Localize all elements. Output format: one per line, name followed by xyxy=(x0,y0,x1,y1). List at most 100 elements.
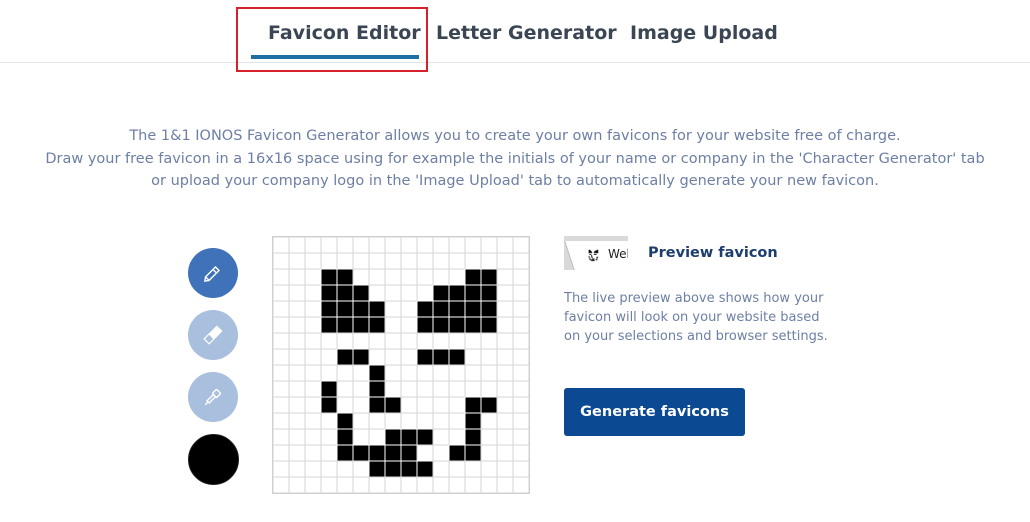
pixel-cell[interactable] xyxy=(496,396,514,414)
pixel-cell[interactable] xyxy=(480,316,498,334)
pixel-cell[interactable] xyxy=(273,412,290,430)
pixel-cell[interactable] xyxy=(320,444,338,462)
pixel-cell[interactable] xyxy=(320,380,338,398)
pixel-cell[interactable] xyxy=(416,237,434,254)
pixel-cell[interactable] xyxy=(432,316,450,334)
pixel-cell[interactable] xyxy=(464,284,482,302)
pixel-cell[interactable] xyxy=(464,237,482,254)
pixel-cell[interactable] xyxy=(480,460,498,478)
pixel-cell[interactable] xyxy=(320,428,338,446)
pixel-cell[interactable] xyxy=(512,284,529,302)
pixel-cell[interactable] xyxy=(273,300,290,318)
pixel-cell[interactable] xyxy=(273,268,290,286)
pixel-cell[interactable] xyxy=(304,300,322,318)
pixel-cell[interactable] xyxy=(480,444,498,462)
pixel-cell[interactable] xyxy=(288,252,306,270)
pixel-cell[interactable] xyxy=(416,380,434,398)
pixel-cell[interactable] xyxy=(400,364,418,382)
pixel-cell[interactable] xyxy=(432,428,450,446)
pixel-cell[interactable] xyxy=(400,444,418,462)
pixel-cell[interactable] xyxy=(304,348,322,366)
pencil-tool-button[interactable] xyxy=(188,248,238,298)
pixel-cell[interactable] xyxy=(464,460,482,478)
pixel-cell[interactable] xyxy=(400,316,418,334)
pixel-cell[interactable] xyxy=(512,460,529,478)
pixel-cell[interactable] xyxy=(448,348,466,366)
pixel-cell[interactable] xyxy=(288,460,306,478)
pixel-cell[interactable] xyxy=(352,476,370,493)
pixel-cell[interactable] xyxy=(448,316,466,334)
pixel-cell[interactable] xyxy=(448,364,466,382)
pixel-cell[interactable] xyxy=(288,237,306,254)
pixel-cell[interactable] xyxy=(384,476,402,493)
pixel-cell[interactable] xyxy=(273,284,290,302)
pixel-cell[interactable] xyxy=(400,412,418,430)
current-color-swatch[interactable] xyxy=(188,434,239,485)
pixel-cell[interactable] xyxy=(320,412,338,430)
pixel-cell[interactable] xyxy=(384,268,402,286)
pixel-cell[interactable] xyxy=(352,300,370,318)
pixel-cell[interactable] xyxy=(416,428,434,446)
pixel-cell[interactable] xyxy=(416,268,434,286)
pixel-cell[interactable] xyxy=(384,332,402,350)
pixel-cell[interactable] xyxy=(320,332,338,350)
pixel-cell[interactable] xyxy=(464,364,482,382)
pixel-cell[interactable] xyxy=(400,348,418,366)
pixel-cell[interactable] xyxy=(320,348,338,366)
pixel-cell[interactable] xyxy=(416,444,434,462)
pixel-cell[interactable] xyxy=(432,332,450,350)
pixel-cell[interactable] xyxy=(304,460,322,478)
pixel-cell[interactable] xyxy=(352,460,370,478)
pixel-cell[interactable] xyxy=(368,284,386,302)
pixel-cell[interactable] xyxy=(512,412,529,430)
pixel-cell[interactable] xyxy=(512,348,529,366)
pixel-cell[interactable] xyxy=(448,396,466,414)
pixel-cell[interactable] xyxy=(336,316,354,334)
pixel-cell[interactable] xyxy=(496,428,514,446)
pixel-cell[interactable] xyxy=(273,332,290,350)
pixel-cell[interactable] xyxy=(384,316,402,334)
pixel-cell[interactable] xyxy=(496,268,514,286)
pixel-cell[interactable] xyxy=(384,444,402,462)
pixel-cell[interactable] xyxy=(512,237,529,254)
pixel-cell[interactable] xyxy=(464,380,482,398)
pixel-cell[interactable] xyxy=(480,428,498,446)
pixel-cell[interactable] xyxy=(304,268,322,286)
pixel-cell[interactable] xyxy=(464,476,482,493)
pixel-cell[interactable] xyxy=(400,460,418,478)
pixel-cell[interactable] xyxy=(273,396,290,414)
pixel-cell[interactable] xyxy=(336,412,354,430)
pixel-cell[interactable] xyxy=(448,428,466,446)
pixel-cell[interactable] xyxy=(400,252,418,270)
pixel-cell[interactable] xyxy=(273,428,290,446)
pixel-cell[interactable] xyxy=(273,237,290,254)
pixel-cell[interactable] xyxy=(304,332,322,350)
pixel-grid-canvas[interactable] xyxy=(272,236,530,494)
pixel-cell[interactable] xyxy=(432,237,450,254)
pixel-cell[interactable] xyxy=(432,364,450,382)
pixel-cell[interactable] xyxy=(432,396,450,414)
pixel-cell[interactable] xyxy=(400,300,418,318)
pixel-cell[interactable] xyxy=(304,444,322,462)
pixel-cell[interactable] xyxy=(464,444,482,462)
pixel-cell[interactable] xyxy=(352,364,370,382)
pixel-cell[interactable] xyxy=(496,364,514,382)
pixel-cell[interactable] xyxy=(448,476,466,493)
pixel-cell[interactable] xyxy=(400,428,418,446)
pixel-cell[interactable] xyxy=(512,444,529,462)
pixel-cell[interactable] xyxy=(336,300,354,318)
pixel-cell[interactable] xyxy=(384,412,402,430)
pixel-cell[interactable] xyxy=(384,396,402,414)
pixel-cell[interactable] xyxy=(368,428,386,446)
pixel-cell[interactable] xyxy=(496,252,514,270)
pixel-cell[interactable] xyxy=(304,284,322,302)
pixel-cell[interactable] xyxy=(320,300,338,318)
pixel-cell[interactable] xyxy=(416,332,434,350)
pixel-cell[interactable] xyxy=(288,444,306,462)
pixel-cell[interactable] xyxy=(496,412,514,430)
pixel-cell[interactable] xyxy=(352,284,370,302)
pixel-cell[interactable] xyxy=(400,380,418,398)
pixel-cell[interactable] xyxy=(288,348,306,366)
pixel-cell[interactable] xyxy=(496,348,514,366)
pixel-cell[interactable] xyxy=(416,476,434,493)
